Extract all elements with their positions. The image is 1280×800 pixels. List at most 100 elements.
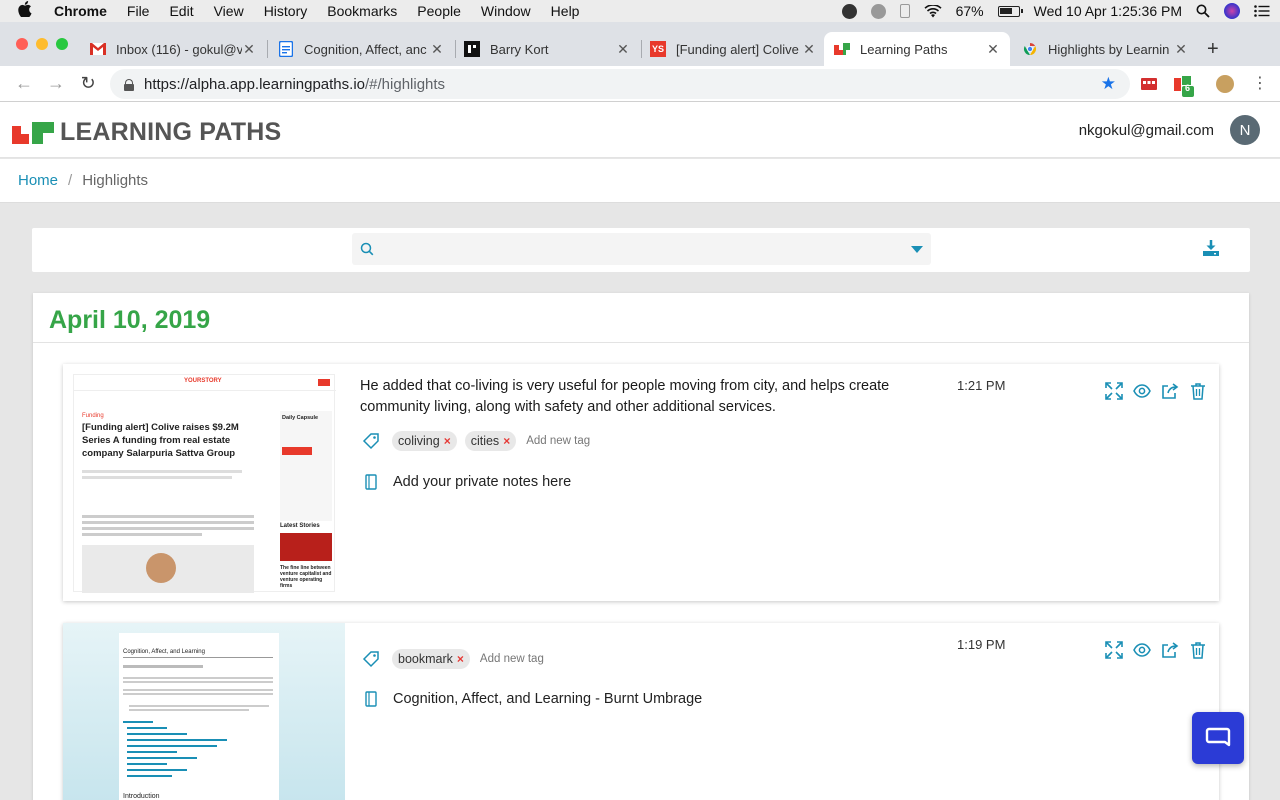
remove-tag-icon[interactable]: ×: [503, 434, 510, 448]
search-box: [352, 233, 931, 265]
menu-help[interactable]: Help: [551, 3, 580, 19]
tab-highlights-store[interactable]: Highlights by Learnin ✕: [1012, 32, 1198, 66]
breadcrumb-home-link[interactable]: Home: [18, 172, 58, 189]
remove-tag-icon[interactable]: ×: [457, 652, 464, 666]
extension-badge: 6: [1185, 83, 1191, 93]
close-tab-icon[interactable]: ✕: [616, 41, 630, 58]
tab-gmail[interactable]: Inbox (116) - gokul@v ✕: [80, 32, 266, 66]
reload-icon[interactable]: ↻: [78, 73, 98, 94]
expand-icon[interactable]: [1105, 382, 1123, 400]
menu-bookmarks[interactable]: Bookmarks: [327, 3, 397, 19]
browser-tabstrip: Inbox (116) - gokul@v ✕ Cognition, Affec…: [0, 22, 1280, 66]
status-app-icon[interactable]: [841, 3, 857, 19]
menu-edit[interactable]: Edit: [169, 3, 193, 19]
highlight-card: Cognition, Affect, and Learning Introduc…: [63, 623, 1219, 800]
expand-icon[interactable]: [1105, 641, 1123, 659]
close-tab-icon[interactable]: ✕: [802, 41, 816, 58]
tag-chip[interactable]: coliving ×: [392, 431, 457, 451]
learningpaths-icon: [834, 41, 850, 57]
extension-learningpaths-icon[interactable]: 6: [1173, 75, 1194, 97]
chevron-down-icon[interactable]: [911, 246, 923, 253]
wifi-icon[interactable]: [924, 4, 942, 18]
tab-barry-kort[interactable]: Barry Kort ✕: [454, 32, 640, 66]
zoom-window-button[interactable]: [56, 38, 68, 50]
thumbnail-link: [127, 733, 187, 735]
avatar[interactable]: N: [1230, 115, 1260, 145]
siri-icon[interactable]: [1224, 3, 1240, 19]
forward-arrow-icon[interactable]: →: [46, 73, 66, 94]
remove-tag-icon[interactable]: ×: [444, 434, 451, 448]
status-drive-icon[interactable]: [870, 3, 886, 19]
spotlight-search-icon[interactable]: [1196, 4, 1210, 18]
share-icon[interactable]: [1161, 382, 1179, 400]
close-tab-icon[interactable]: ✕: [430, 41, 444, 58]
tab-cognition-doc[interactable]: Cognition, Affect, anc ✕: [268, 32, 454, 66]
download-icon[interactable]: [1202, 239, 1220, 257]
search-input[interactable]: [382, 233, 892, 265]
add-tag-input[interactable]: Add new tag: [526, 435, 590, 447]
tab-learning-paths[interactable]: Learning Paths ✕: [824, 32, 1010, 66]
close-tab-icon[interactable]: ✕: [986, 41, 1000, 58]
thumbnail-line: [82, 515, 254, 518]
page-thumbnail[interactable]: YOURSTORY Funding [Funding alert] Colive…: [63, 364, 345, 601]
chrome-menu-icon[interactable]: ⋮: [1252, 75, 1268, 93]
thumbnail-link: [127, 739, 227, 741]
page-thumbnail[interactable]: Cognition, Affect, and Learning Introduc…: [63, 623, 345, 800]
note-row: Add your private notes here: [360, 474, 571, 490]
add-tag-input[interactable]: Add new tag: [480, 653, 544, 665]
battery-icon[interactable]: [997, 5, 1023, 17]
trash-icon[interactable]: [1189, 641, 1207, 659]
tag-chip[interactable]: cities ×: [464, 431, 517, 451]
tab-yourstory[interactable]: YS [Funding alert] Colive ✕: [640, 32, 826, 66]
tag-chip[interactable]: bookmark ×: [392, 649, 470, 669]
private-notes-field[interactable]: Cognition, Affect, and Learning - Burnt …: [393, 691, 702, 707]
extension-red-icon[interactable]: [1140, 75, 1158, 93]
thumbnail-category: Funding: [82, 413, 104, 419]
menu-file[interactable]: File: [127, 3, 150, 19]
bluetooth-icon[interactable]: [899, 4, 910, 18]
private-notes-field[interactable]: Add your private notes here: [393, 474, 571, 490]
close-tab-icon[interactable]: ✕: [1174, 41, 1188, 58]
chrome-store-icon: [1022, 41, 1038, 57]
clock[interactable]: Wed 10 Apr 1:25:36 PM: [1034, 3, 1182, 19]
notification-center-icon[interactable]: [1254, 5, 1270, 17]
thumbnail-line: [82, 521, 254, 524]
chat-launcher-button[interactable]: [1192, 712, 1244, 764]
thumbnail-link: [127, 745, 217, 747]
profile-avatar-icon[interactable]: [1216, 75, 1234, 93]
menu-view[interactable]: View: [214, 3, 244, 19]
highlight-text[interactable]: He added that co-living is very useful f…: [360, 376, 920, 418]
breadcrumb: Home / Highlights: [0, 159, 1280, 203]
close-tab-icon[interactable]: ✕: [242, 41, 256, 58]
minimize-window-button[interactable]: [36, 38, 48, 50]
thumbnail-line: [123, 693, 273, 695]
menu-window[interactable]: Window: [481, 3, 531, 19]
learningpaths-logo-icon: [12, 121, 54, 144]
menu-history[interactable]: History: [264, 3, 308, 19]
share-icon[interactable]: [1161, 641, 1179, 659]
menu-people[interactable]: People: [417, 3, 461, 19]
back-arrow-icon[interactable]: ←: [14, 73, 34, 94]
menu-app-name[interactable]: Chrome: [54, 3, 107, 19]
address-bar[interactable]: https://alpha.app.learningpaths.io/#/hig…: [110, 69, 1130, 99]
eye-icon[interactable]: [1133, 641, 1151, 659]
new-tab-icon[interactable]: +: [1207, 38, 1219, 61]
thumbnail-line: [129, 709, 249, 711]
highlight-body: He added that co-living is very useful f…: [360, 364, 1219, 601]
bookmark-star-icon[interactable]: ★: [1101, 74, 1116, 94]
highlight-actions: [1105, 382, 1207, 400]
close-window-button[interactable]: [16, 38, 28, 50]
tab-title: Highlights by Learnin: [1048, 41, 1170, 57]
apple-icon[interactable]: [18, 1, 38, 21]
app-header: LEARNING PATHS nkgokul@gmail.com N: [0, 102, 1280, 158]
day-date-heading: April 10, 2019: [49, 306, 211, 334]
trash-icon[interactable]: [1189, 382, 1207, 400]
thumbnail-latest-story: The fine line between venture capitalist…: [280, 565, 332, 589]
brand-logo[interactable]: LEARNING PATHS: [12, 118, 281, 147]
thumbnail-link: [127, 727, 167, 729]
lock-icon[interactable]: [124, 78, 134, 91]
thumbnail-site-name: YOURSTORY: [184, 378, 222, 384]
address-url[interactable]: https://alpha.app.learningpaths.io/#/hig…: [144, 76, 445, 93]
eye-icon[interactable]: [1133, 382, 1151, 400]
thumbnail-page: Cognition, Affect, and Learning Introduc…: [119, 633, 279, 800]
